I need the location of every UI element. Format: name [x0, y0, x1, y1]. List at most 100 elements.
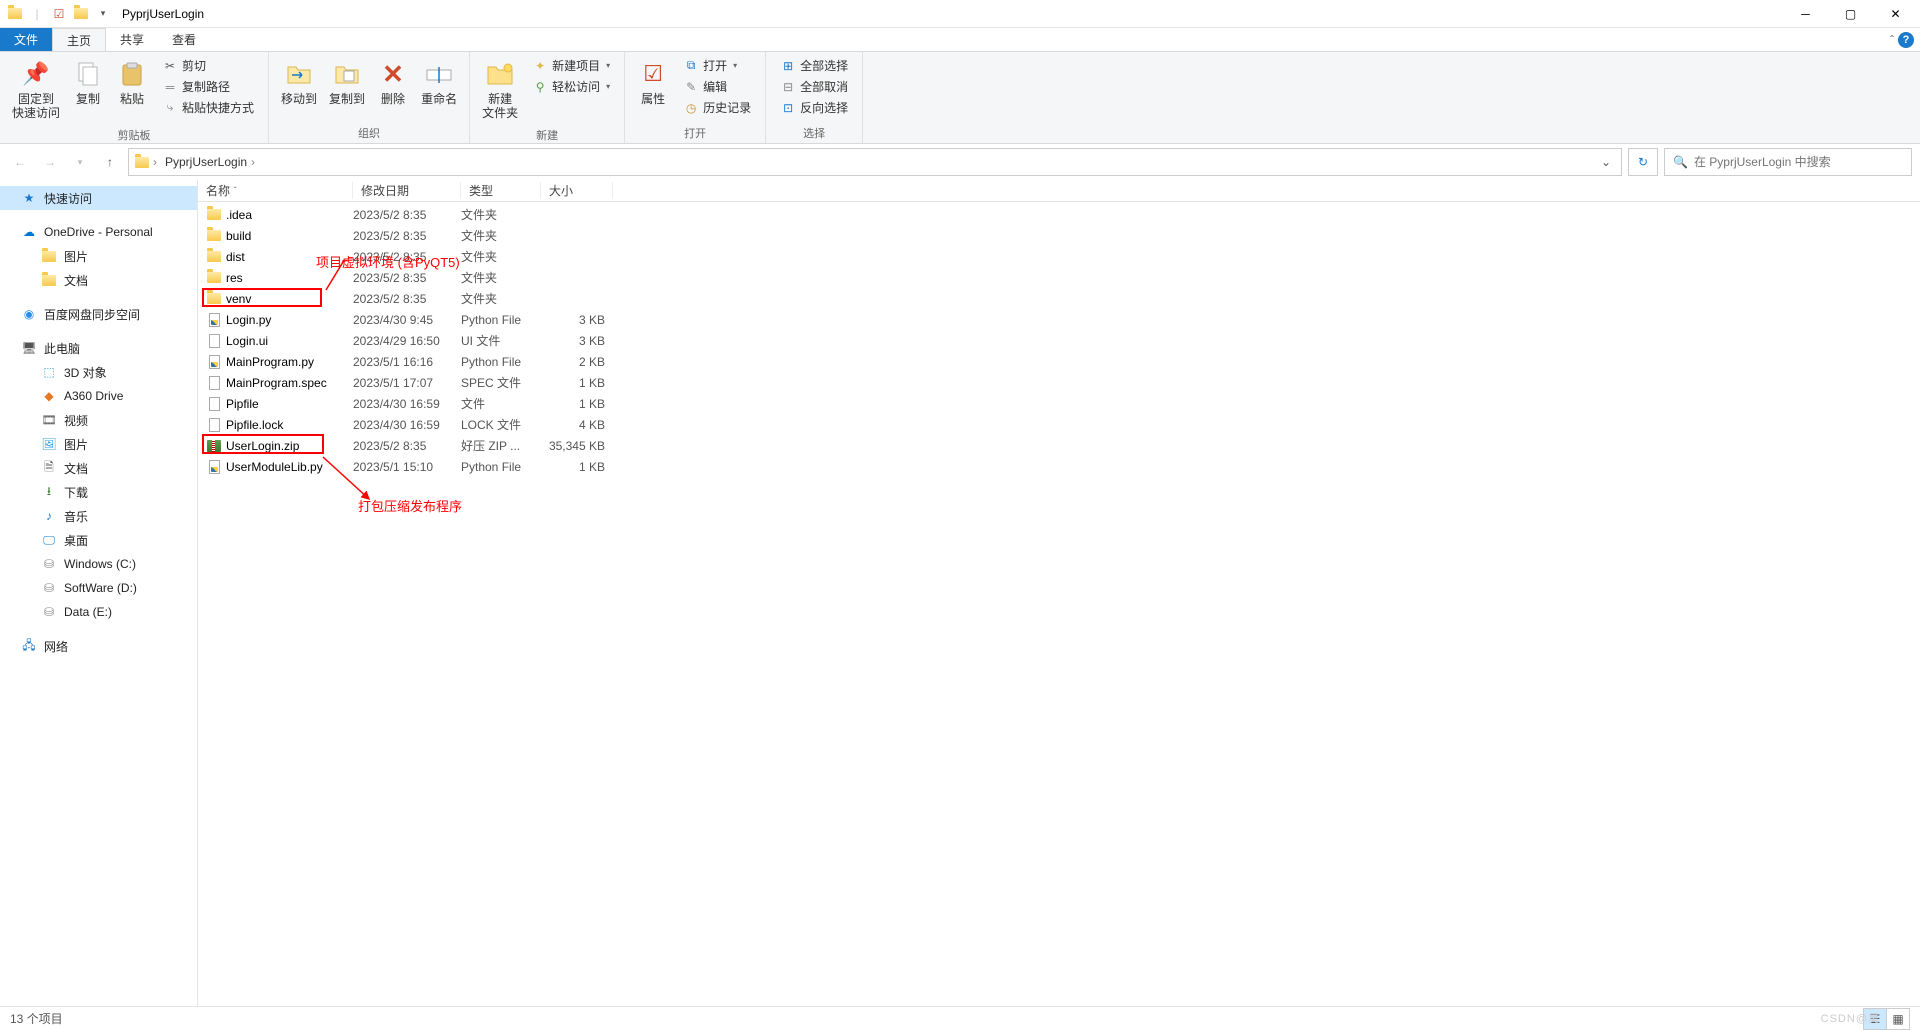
address-bar[interactable]: › PyprjUserLogin› ⌄	[128, 148, 1622, 176]
file-row[interactable]: MainProgram.spec2023/5/1 17:07SPEC 文件1 K…	[198, 372, 1920, 393]
properties-button[interactable]: ☑ 属性	[631, 54, 675, 110]
new-folder-button[interactable]: 新建文件夹	[476, 54, 524, 125]
back-button[interactable]: ←	[8, 150, 32, 174]
select-none-button[interactable]: ⊟全部取消	[776, 77, 852, 96]
col-type[interactable]: 类型	[461, 182, 541, 199]
sidebar-drive-e[interactable]: ⛁Data (E:)	[0, 600, 197, 624]
maximize-button[interactable]: ▢	[1828, 0, 1873, 28]
file-name: Login.ui	[226, 334, 268, 348]
file-row[interactable]: UserModuleLib.py2023/5/1 15:10Python Fil…	[198, 456, 1920, 477]
sidebar-downloads[interactable]: ⭳下载	[0, 480, 197, 504]
new-item-button[interactable]: ✦新建项目▾	[528, 56, 614, 75]
col-name[interactable]: 名称ˆ	[198, 182, 353, 199]
edit-button[interactable]: ✎编辑	[679, 77, 755, 96]
ribbon-collapse-icon[interactable]: ˆ	[1890, 33, 1894, 47]
paste-shortcut-button[interactable]: ⤷粘贴快捷方式	[158, 98, 258, 117]
cut-button[interactable]: ✂剪切	[158, 56, 258, 75]
sidebar-videos[interactable]: 🎞视频	[0, 408, 197, 432]
forward-button[interactable]: →	[38, 150, 62, 174]
tab-view[interactable]: 查看	[158, 28, 210, 51]
copy-to-icon	[331, 58, 363, 90]
folder-icon	[40, 271, 58, 289]
select-all-button[interactable]: ⊞全部选择	[776, 56, 852, 75]
tab-share[interactable]: 共享	[106, 28, 158, 51]
search-box[interactable]: 🔍	[1664, 148, 1912, 176]
tab-home[interactable]: 主页	[52, 28, 106, 51]
sidebar-network[interactable]: 🖧网络	[0, 634, 197, 658]
properties-icon[interactable]: ☑	[50, 5, 68, 23]
search-input[interactable]	[1694, 155, 1903, 169]
sidebar-this-pc[interactable]: 🖥此电脑	[0, 336, 197, 360]
file-name: MainProgram.spec	[226, 376, 327, 390]
file-row[interactable]: Login.ui2023/4/29 16:50UI 文件3 KB	[198, 330, 1920, 351]
sidebar-pictures[interactable]: 图片	[0, 244, 197, 268]
file-row[interactable]: res2023/5/2 8:35文件夹	[198, 267, 1920, 288]
file-type: 好压 ZIP ...	[461, 437, 541, 454]
file-row[interactable]: Pipfile2023/4/30 16:59文件1 KB	[198, 393, 1920, 414]
tab-file[interactable]: 文件	[0, 28, 52, 51]
sidebar-music[interactable]: ♪音乐	[0, 504, 197, 528]
status-bar: 13 个项目 CSDN@昊 ☰ ▦	[0, 1006, 1920, 1030]
open-button[interactable]: ⧉打开▾	[679, 56, 755, 75]
pin-button[interactable]: 📌 固定到快速访问	[6, 54, 66, 125]
col-size[interactable]: 大小	[541, 182, 613, 199]
file-row[interactable]: dist2023/5/2 8:35文件夹	[198, 246, 1920, 267]
file-date: 2023/5/2 8:35	[353, 250, 461, 264]
file-type: LOCK 文件	[461, 416, 541, 433]
file-row[interactable]: MainProgram.py2023/5/1 16:16Python File2…	[198, 351, 1920, 372]
file-icon	[206, 375, 222, 391]
file-date: 2023/5/1 15:10	[353, 460, 461, 474]
file-name: venv	[226, 292, 251, 306]
file-row[interactable]: venv2023/5/2 8:35文件夹	[198, 288, 1920, 309]
file-size: 1 KB	[541, 376, 613, 390]
sidebar-documents2[interactable]: 🗎文档	[0, 456, 197, 480]
icons-view-button[interactable]: ▦	[1886, 1008, 1910, 1030]
rename-button[interactable]: 重命名	[415, 54, 463, 110]
sidebar-drive-c[interactable]: ⛁Windows (C:)	[0, 552, 197, 576]
file-row[interactable]: Pipfile.lock2023/4/30 16:59LOCK 文件4 KB	[198, 414, 1920, 435]
refresh-button[interactable]: ↻	[1628, 148, 1658, 176]
sidebar-documents[interactable]: 文档	[0, 268, 197, 292]
up-button[interactable]: ↑	[98, 150, 122, 174]
recent-dropdown[interactable]: ▾	[68, 150, 92, 174]
file-row[interactable]: .idea2023/5/2 8:35文件夹	[198, 204, 1920, 225]
file-type: Python File	[461, 355, 541, 369]
delete-button[interactable]: ✕ 删除	[371, 54, 415, 110]
rename-icon	[423, 58, 455, 90]
move-to-button[interactable]: 移动到	[275, 54, 323, 110]
copy-path-button[interactable]: ═复制路径	[158, 77, 258, 96]
address-dropdown-icon[interactable]: ⌄	[1595, 155, 1617, 169]
file-row[interactable]: Login.py2023/4/30 9:45Python File3 KB	[198, 309, 1920, 330]
close-button[interactable]: ✕	[1873, 0, 1918, 28]
sidebar-pictures2[interactable]: 🖼图片	[0, 432, 197, 456]
qat-dropdown-icon[interactable]: ▾	[94, 5, 112, 23]
pc-icon: 🖥	[20, 339, 38, 357]
copy-to-button[interactable]: 复制到	[323, 54, 371, 110]
sidebar-onedrive[interactable]: ☁OneDrive - Personal	[0, 220, 197, 244]
folder-icon	[206, 249, 222, 265]
breadcrumb-folder[interactable]: PyprjUserLogin›	[163, 155, 257, 169]
help-icon[interactable]: ?	[1898, 32, 1914, 48]
sidebar-quick-access[interactable]: ★快速访问	[0, 186, 197, 210]
history-button[interactable]: ◷历史记录	[679, 98, 755, 117]
window-controls: ─ ▢ ✕	[1783, 0, 1918, 28]
copy-button[interactable]: 复制	[66, 54, 110, 110]
easy-access-button[interactable]: ⚲轻松访问▾	[528, 77, 614, 96]
sidebar-desktop[interactable]: 🖵桌面	[0, 528, 197, 552]
file-date: 2023/5/1 17:07	[353, 376, 461, 390]
sidebar-a360[interactable]: ◆A360 Drive	[0, 384, 197, 408]
select-none-icon: ⊟	[780, 79, 796, 95]
col-date[interactable]: 修改日期	[353, 182, 461, 199]
window-title: PyprjUserLogin	[122, 7, 204, 21]
sidebar-drive-d[interactable]: ⛁SoftWare (D:)	[0, 576, 197, 600]
file-row[interactable]: UserLogin.zip2023/5/2 8:35好压 ZIP ...35,3…	[198, 435, 1920, 456]
minimize-button[interactable]: ─	[1783, 0, 1828, 28]
invert-selection-button[interactable]: ⊡反向选择	[776, 98, 852, 117]
breadcrumb-root[interactable]: ›	[133, 155, 159, 169]
sidebar-3d-objects[interactable]: ⬚3D 对象	[0, 360, 197, 384]
sidebar-baidu[interactable]: ◉百度网盘同步空间	[0, 302, 197, 326]
paste-button[interactable]: 粘贴	[110, 54, 154, 110]
select-all-icon: ⊞	[780, 58, 796, 74]
file-row[interactable]: build2023/5/2 8:35文件夹	[198, 225, 1920, 246]
new-folder-icon	[484, 58, 516, 90]
